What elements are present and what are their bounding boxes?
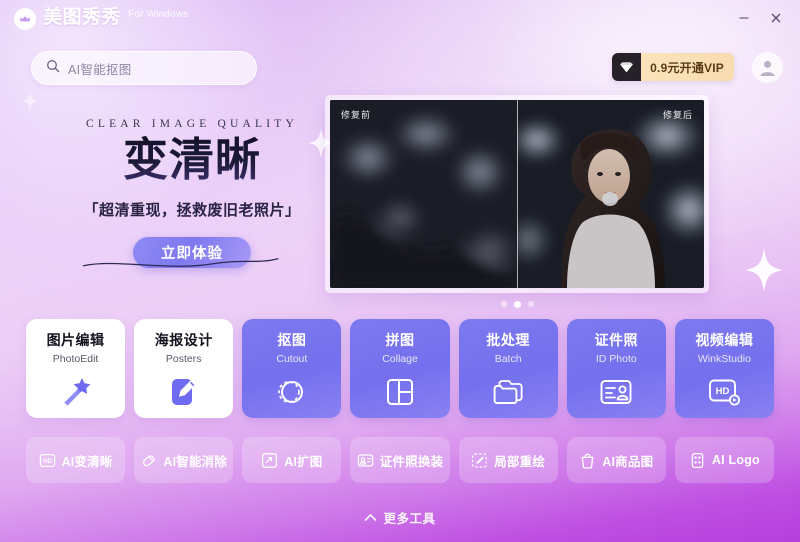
chip-ai-product-image[interactable]: AI商品图 <box>566 437 666 483</box>
chip-ai-expand[interactable]: AI扩图 <box>242 437 342 483</box>
banner-image: 修复前 修复后 <box>330 100 704 288</box>
chip-label: 证件照换装 <box>379 454 444 469</box>
app-logo-icon <box>14 7 36 30</box>
tool-card-id-photo[interactable]: 证件照 ID Photo <box>566 319 666 418</box>
app-brand: 美图秀秀 For Windows <box>14 7 189 30</box>
chip-ai-logo[interactable]: AI Logo <box>674 437 774 483</box>
hero-underline-flourish <box>82 258 279 268</box>
tool-title: 证件照 <box>594 332 639 348</box>
title-bar: 美图秀秀 For Windows <box>0 0 800 36</box>
diamond-icon <box>612 53 642 81</box>
tool-subtitle: PhotoEdit <box>52 353 99 365</box>
logo-grid-icon <box>689 452 706 469</box>
tool-title: 图片编辑 <box>46 332 105 348</box>
eraser-icon <box>140 452 157 469</box>
banner-after-half <box>505 100 704 288</box>
hero-subtitle: 「超清重现，拯救废旧老照片」 <box>83 202 301 220</box>
tool-title: 抠图 <box>277 332 307 348</box>
carousel-dots <box>325 301 709 308</box>
search-placeholder: AI智能抠图 <box>68 62 132 77</box>
chip-local-repaint[interactable]: 局部重绘 <box>458 437 558 483</box>
tool-title: 视频编辑 <box>695 332 754 348</box>
banner-label-before: 修复前 <box>341 110 372 120</box>
tool-card-posters[interactable]: 海报设计 Posters <box>134 319 234 418</box>
hero-eyebrow: CLEAR IMAGE QUALITY <box>85 118 299 130</box>
carousel-dot-1[interactable] <box>500 301 507 307</box>
search-input[interactable]: AI智能抠图 <box>31 51 257 85</box>
tool-card-batch[interactable]: 批处理 Batch <box>458 319 558 418</box>
chip-label: AI Logo <box>711 453 760 467</box>
user-avatar-icon[interactable] <box>752 52 783 83</box>
tool-subtitle: Posters <box>165 353 202 365</box>
carousel-dot-3[interactable] <box>527 301 534 307</box>
magic-wand-icon <box>59 374 93 410</box>
sparkle-decoration-corner <box>22 92 38 110</box>
ai-tool-chips: HD AI变清晰 AI智能消除 AI扩图 证件照换装 局部重绘 AI商品图 AI… <box>26 437 774 483</box>
tool-card-collage[interactable]: 拼图 Collage <box>350 319 450 418</box>
vip-upgrade-button[interactable]: 0.9元开通VIP <box>612 53 734 81</box>
cutout-circle-icon <box>276 374 308 410</box>
app-platform-label: For Windows <box>128 8 189 20</box>
folder-stack-icon <box>492 374 524 410</box>
tool-subtitle: ID Photo <box>595 353 637 365</box>
chip-label: AI变清晰 <box>61 454 113 469</box>
repaint-brush-icon <box>471 452 488 469</box>
chip-ai-enhance[interactable]: HD AI变清晰 <box>26 437 126 483</box>
tool-title: 拼图 <box>385 332 415 348</box>
svg-text:HD: HD <box>43 459 52 465</box>
more-tools-button[interactable]: 更多工具 <box>0 508 800 527</box>
tool-card-cutout[interactable]: 抠图 Cutout <box>242 319 342 418</box>
chip-label: AI商品图 <box>602 454 654 469</box>
tool-subtitle: Batch <box>494 353 522 365</box>
sparkle-decoration-right <box>745 248 783 292</box>
shopping-bag-icon <box>579 452 596 469</box>
main-tool-cards: 图片编辑 PhotoEdit 海报设计 Posters 抠图 Cutout 拼图… <box>26 319 774 418</box>
tool-card-photoedit[interactable]: 图片编辑 PhotoEdit <box>26 319 126 418</box>
svg-text:HD: HD <box>716 386 730 397</box>
tool-subtitle: Cutout <box>276 353 308 365</box>
tool-subtitle: Collage <box>382 353 418 365</box>
expand-frame-icon <box>261 452 278 469</box>
hd-badge-icon: HD <box>39 452 56 469</box>
chevron-up-icon <box>364 509 377 527</box>
collage-grid-icon <box>385 374 415 410</box>
chip-id-photo-outfit[interactable]: 证件照换装 <box>350 437 450 483</box>
hero-banner[interactable]: 修复前 修复后 <box>325 95 709 293</box>
tool-subtitle: WinkStudio <box>697 353 751 365</box>
chip-label: 局部重绘 <box>494 454 546 469</box>
pencil-square-icon <box>168 374 200 410</box>
banner-label-after: 修复后 <box>662 110 693 120</box>
vip-label: 0.9元开通VIP <box>641 53 734 81</box>
banner-before-half <box>330 100 520 288</box>
id-swap-icon <box>357 452 374 469</box>
close-button[interactable] <box>760 5 792 31</box>
carousel-dot-2[interactable] <box>513 301 521 308</box>
chip-label: AI扩图 <box>284 454 323 469</box>
hero-text-block: CLEAR IMAGE QUALITY 变清晰 「超清重现，拯救废旧老照片」 立… <box>72 118 312 269</box>
more-tools-label: 更多工具 <box>383 512 436 526</box>
tool-title: 批处理 <box>486 332 530 348</box>
tool-card-winkstudio[interactable]: 视频编辑 WinkStudio HD <box>674 319 774 418</box>
chip-ai-remove[interactable]: AI智能消除 <box>134 437 234 483</box>
banner-compare-divider <box>517 100 518 288</box>
app-title: 美图秀秀 <box>43 6 122 28</box>
tool-title: 海报设计 <box>154 332 213 348</box>
hd-video-icon: HD <box>707 374 741 410</box>
chip-label: AI智能消除 <box>163 454 228 469</box>
id-card-icon <box>599 374 633 410</box>
window-controls <box>728 5 800 31</box>
search-icon <box>46 59 60 78</box>
minimize-button[interactable] <box>728 5 760 31</box>
hero-title: 变清晰 <box>72 136 312 184</box>
